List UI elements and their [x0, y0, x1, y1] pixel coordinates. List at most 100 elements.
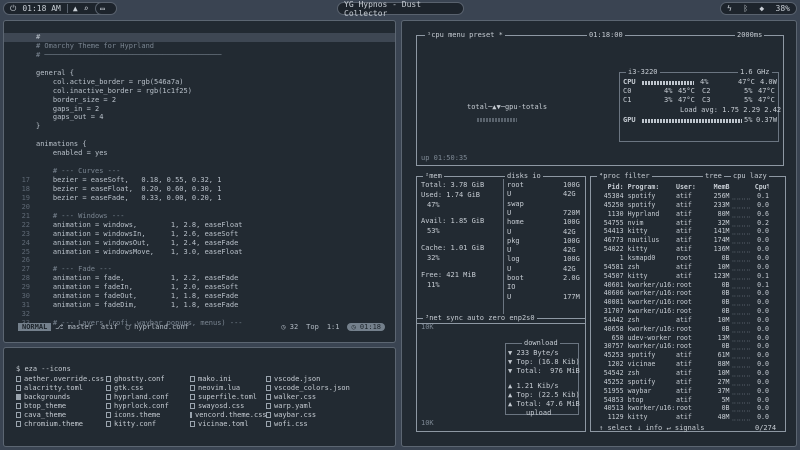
- process-row[interactable]: 54755 nvim atif 32M ⣀⣀⣀⣀ 0.2: [595, 219, 769, 227]
- process-row[interactable]: 54442 zsh atif 10M ⣀⣀⣀⣀ 0.0: [595, 316, 769, 324]
- proc-pid: 54755: [603, 218, 624, 227]
- disks-box-title[interactable]: disks io: [505, 172, 543, 180]
- editor-line[interactable]: gaps_in = 2: [4, 105, 395, 114]
- process-row[interactable]: 40081 kworker/u16: root 0B ⣀⣀⣀⣀ 0.0: [595, 298, 769, 306]
- mem-free-value: 421 MiB: [446, 271, 476, 279]
- process-row[interactable]: 45250 spotify atif 233M ⣀⣀⣀⣀ 0.0: [595, 201, 769, 209]
- refresh-rate[interactable]: 2000ms: [735, 31, 765, 39]
- disk-name: swap: [507, 199, 524, 208]
- cpu-box-title[interactable]: ¹cpu menu preset *: [425, 31, 505, 39]
- editor-line[interactable]: [4, 158, 395, 167]
- search-icon[interactable]: ⌕: [84, 4, 89, 13]
- process-row[interactable]: 30757 kworker/u16: root 0B ⣀⣀⣀⣀ 0.0: [595, 342, 769, 350]
- net-box-title[interactable]: ³net sync auto zero enp2s0: [423, 314, 537, 322]
- net-auto[interactable]: auto: [467, 314, 484, 322]
- header-mem[interactable]: MemB: [706, 183, 730, 191]
- footer-select[interactable]: select: [607, 424, 632, 432]
- editor-line[interactable]: animations {: [4, 140, 395, 149]
- editor-line[interactable]: # Omarchy Theme for Hyprland: [4, 42, 395, 51]
- process-row[interactable]: 54853 btop atif 5M ⣀⣀⣀⣀ 0.0: [595, 396, 769, 404]
- workspace-pill[interactable]: ▭: [95, 2, 117, 15]
- process-row[interactable]: 1 ksmapd0 root 0B ⣀⣀⣀⣀ 0.0: [595, 254, 769, 262]
- proc-sort[interactable]: cpu lazy: [731, 172, 769, 180]
- bluetooth-icon[interactable]: ᛒ: [743, 4, 748, 13]
- proc-name: kworker/u16:: [627, 404, 674, 413]
- editor-line[interactable]: # ──────────────────────────────────────…: [4, 51, 395, 60]
- net-zero[interactable]: zero: [488, 314, 505, 322]
- editor-line[interactable]: 32: [4, 310, 395, 319]
- header-cpu[interactable]: Cpu%: [755, 183, 769, 191]
- process-row[interactable]: 40513 kworker/u16: root 0B ⣀⣀⣀⣀ 0.0: [595, 404, 769, 412]
- editor-window[interactable]: # # Omarchy Theme for Hyprland # ─────────…: [3, 20, 396, 343]
- editor-line[interactable]: general {: [4, 69, 395, 78]
- editor-line[interactable]: 28 animation = fade, 1, 2.2, easeFade: [4, 274, 395, 283]
- mem-box-title[interactable]: ²mem: [423, 172, 444, 180]
- process-row[interactable]: 45252 spotify atif 27M ⣀⣀⣀⣀ 0.0: [595, 378, 769, 386]
- editor-line[interactable]: 22 animation = windows, 1, 2.8, easeFloa…: [4, 221, 395, 230]
- editor-line[interactable]: 26: [4, 256, 395, 265]
- editor-line[interactable]: # --- Curves ---: [4, 167, 395, 176]
- process-row[interactable]: 51955 waybar atif 37M ⣀⣀⣀⣀ 0.0: [595, 387, 769, 395]
- terminal-window[interactable]: $ eza --icons aether.override.css alacrit…: [3, 347, 396, 447]
- editor-line[interactable]: 23 animation = windowsIn, 1, 2.6, easeSo…: [4, 230, 395, 239]
- editor-line[interactable]: 20: [4, 203, 395, 212]
- editor-line[interactable]: gaps_out = 4: [4, 113, 395, 122]
- disk-name: U: [507, 246, 512, 255]
- editor-line[interactable]: 25 animation = windowsMove, 1, 3.0, ease…: [4, 248, 395, 257]
- net-iface[interactable]: enp2s0: [509, 314, 534, 322]
- header-user[interactable]: User:: [674, 183, 706, 191]
- btop-window[interactable]: ¹cpu menu preset * 01:18:00 2000ms total…: [401, 20, 797, 447]
- preset-button[interactable]: preset *: [469, 31, 503, 39]
- proc-tree-toggle[interactable]: tree: [703, 172, 724, 180]
- net-sync[interactable]: sync: [446, 314, 463, 322]
- process-row[interactable]: 54581 zsh atif 10M ⣀⣀⣀⣀ 0.0: [595, 263, 769, 271]
- process-row[interactable]: 45253 spotify atif 61M ⣀⣀⣀⣀ 0.0: [595, 351, 769, 359]
- editor-line[interactable]: [4, 60, 395, 69]
- menu-button[interactable]: menu: [448, 31, 465, 39]
- core-c2-pct: 5%: [744, 87, 753, 95]
- editor-line[interactable]: #: [4, 33, 395, 42]
- process-row[interactable]: 54022 kitty atif 136M ⣀⣀⣀⣀ 0.0: [595, 245, 769, 253]
- process-row[interactable]: 31707 kworker/u16: root 0B ⣀⣀⣀⣀ 0.0: [595, 307, 769, 315]
- editor-line[interactable]: col.inactive_border = rgb(1c1f25): [4, 87, 395, 96]
- editor-line[interactable]: }: [4, 122, 395, 131]
- footer-info[interactable]: info: [645, 424, 662, 432]
- editor-line[interactable]: 21 # --- Windows ---: [4, 212, 395, 221]
- editor-line[interactable]: 31 animation = fadeDim, 1, 1.8, easeFade: [4, 301, 395, 310]
- process-row[interactable]: 40606 kworker/u16: root 0B ⣀⣀⣀⣀ 0.0: [595, 289, 769, 297]
- file-entry: mako.ini: [190, 374, 266, 383]
- process-row[interactable]: 54413 kitty atif 141M ⣀⣀⣀⣀ 0.0: [595, 227, 769, 235]
- editor-line[interactable]: 19 bezier = easeFade, 0.33, 0.00, 0.20, …: [4, 194, 395, 203]
- editor-line[interactable]: 30 animation = fadeOut, 1, 1.8, easeFade: [4, 292, 395, 301]
- header-pid[interactable]: Pid:: [595, 183, 624, 191]
- process-row[interactable]: 54542 zsh atif 10M ⣀⣀⣀⣀ 0.0: [595, 369, 769, 377]
- editor-line[interactable]: border_size = 2: [4, 96, 395, 105]
- proc-filter[interactable]: filter: [624, 172, 649, 180]
- process-row[interactable]: 40601 kworker/u16: root 0B ⣀⣀⣀⣀ 0.1: [595, 281, 769, 289]
- editor-line[interactable]: 27 # --- Fade ---: [4, 265, 395, 274]
- editor-buffer[interactable]: # # Omarchy Theme for Hyprland # ─────────…: [4, 33, 395, 328]
- process-row[interactable]: 45384 spotify atif 256M ⣀⣀⣀⣀ 0.1: [595, 192, 769, 200]
- editor-line[interactable]: 24 animation = windowsOut, 1, 2.4, easeF…: [4, 239, 395, 248]
- editor-line[interactable]: [4, 131, 395, 140]
- media-pill[interactable]: YG Hypnos - Dust Collector: [337, 0, 464, 18]
- status-pill[interactable]: ϟ ᛒ ◆ 38%: [720, 2, 797, 15]
- proc-user: atif: [675, 360, 692, 369]
- editor-line[interactable]: col.active_border = rgb(546a7a): [4, 78, 395, 87]
- process-row[interactable]: 650 udev-worker root 13M ⣀⣀⣀⣀ 0.0: [595, 334, 769, 342]
- header-program[interactable]: Program:: [624, 183, 674, 191]
- editor-line[interactable]: enabled = yes: [4, 149, 395, 158]
- footer-signals[interactable]: signals: [675, 424, 705, 432]
- disks-io-toggle[interactable]: io: [532, 172, 540, 180]
- process-row[interactable]: 1202 vicinae atif 88M ⣀⣀⣀⣀ 0.0: [595, 360, 769, 368]
- process-row[interactable]: 1130 Hyprland atif 80M ⣀⣀⣀⣀ 0.6: [595, 210, 769, 218]
- file-name: gtk.css: [114, 383, 144, 392]
- process-row[interactable]: 40658 kworker/u16: root 0B ⣀⣀⣀⣀ 0.0: [595, 325, 769, 333]
- editor-line[interactable]: 17 bezier = easeSoft, 0.18, 0.55, 0.32, …: [4, 176, 395, 185]
- process-row[interactable]: 1129 kitty atif 48M ⣀⣀⣀⣀ 0.0: [595, 413, 769, 421]
- proc-box-title[interactable]: ⁴proc filter: [597, 172, 652, 180]
- editor-line[interactable]: 29 animation = fadeIn, 1, 2.0, easeSoft: [4, 283, 395, 292]
- editor-line[interactable]: 18 bezier = easeFloat, 0.20, 0.60, 0.30,…: [4, 185, 395, 194]
- process-row[interactable]: 46773 nautilus atif 174M ⣀⣀⣀⣀ 0.0: [595, 236, 769, 244]
- process-row[interactable]: 54507 kitty atif 123M ⣀⣀⣀⣀ 0.1: [595, 272, 769, 280]
